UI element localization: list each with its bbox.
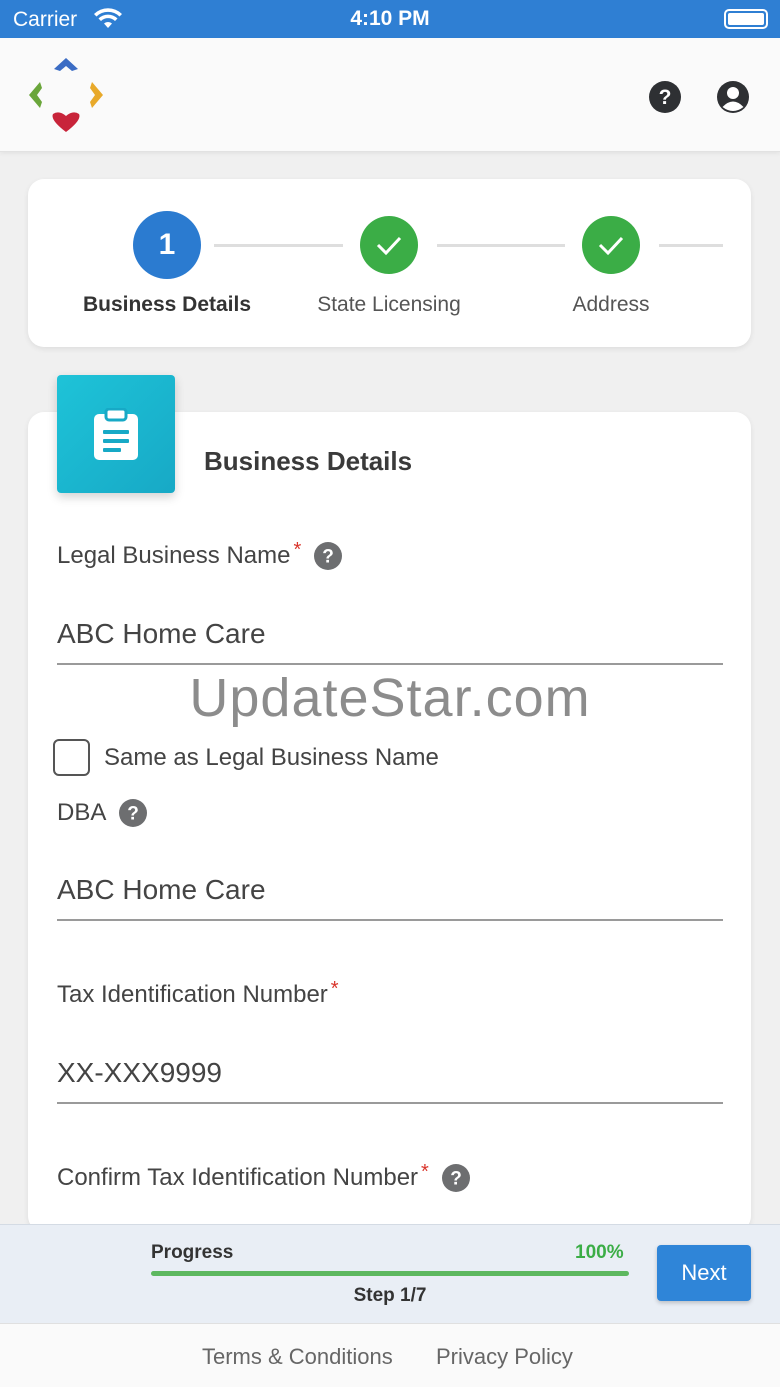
watermark: UpdateStar.com bbox=[189, 668, 591, 728]
progress-label: Progress bbox=[151, 1242, 234, 1263]
legal-name-input[interactable] bbox=[57, 605, 723, 665]
confirm-tax-id-label: Confirm Tax Identification Number * ? bbox=[57, 1160, 471, 1193]
progress-fill bbox=[151, 1271, 629, 1276]
status-bar: Carrier 4:10 PM bbox=[0, 0, 780, 38]
svg-text:?: ? bbox=[128, 804, 140, 825]
required-marker: * bbox=[330, 977, 339, 1000]
check-icon bbox=[598, 236, 624, 256]
same-as-legal-checkbox-row[interactable]: Same as Legal Business Name bbox=[53, 739, 439, 776]
clipboard-icon bbox=[94, 408, 138, 460]
app-logo[interactable] bbox=[26, 56, 106, 134]
step-connector bbox=[659, 244, 723, 247]
same-as-legal-label[interactable]: Same as Legal Business Name bbox=[104, 744, 439, 772]
terms-link[interactable]: Terms & Conditions bbox=[202, 1344, 393, 1370]
user-circle-icon bbox=[717, 81, 749, 113]
progress-bar-area: Progress 100% Step 1/7 Next bbox=[0, 1224, 780, 1323]
required-marker: * bbox=[421, 1160, 429, 1183]
step-counter: Step 1/7 bbox=[353, 1285, 427, 1306]
legal-name-help-icon[interactable]: ? bbox=[313, 541, 343, 571]
progress-percent: 100% bbox=[575, 1242, 624, 1263]
step-connector bbox=[214, 244, 343, 247]
card-icon-box bbox=[57, 375, 175, 493]
question-circle-icon: ? bbox=[649, 81, 681, 113]
svg-text:?: ? bbox=[322, 547, 334, 568]
confirm-tax-id-help-icon[interactable]: ? bbox=[441, 1163, 471, 1193]
footer: Terms & Conditions Privacy Policy bbox=[0, 1323, 780, 1387]
confirm-tax-id-label-text: Confirm Tax Identification Number bbox=[57, 1164, 419, 1191]
required-marker: * bbox=[293, 538, 302, 561]
profile-button[interactable] bbox=[716, 80, 750, 114]
dba-label: DBA ? bbox=[57, 798, 148, 828]
tax-id-label: Tax Identification Number * bbox=[57, 977, 339, 1009]
step-2-circle[interactable] bbox=[360, 216, 418, 274]
dba-help-icon[interactable]: ? bbox=[118, 798, 148, 828]
step-1-circle[interactable]: 1 bbox=[133, 211, 201, 279]
step-1-label[interactable]: Business Details bbox=[57, 293, 277, 317]
progress-track bbox=[151, 1271, 629, 1276]
check-icon bbox=[376, 236, 402, 256]
dba-input[interactable] bbox=[57, 861, 723, 921]
app-header: ? bbox=[0, 38, 780, 152]
step-3-label[interactable]: Address bbox=[501, 293, 721, 317]
svg-text:?: ? bbox=[659, 86, 672, 109]
tax-id-label-text: Tax Identification Number bbox=[57, 981, 328, 1008]
legal-name-label-text: Legal Business Name bbox=[57, 542, 291, 569]
step-connector bbox=[437, 244, 565, 247]
svg-text:?: ? bbox=[450, 1169, 462, 1190]
privacy-link[interactable]: Privacy Policy bbox=[436, 1344, 573, 1370]
dba-label-text: DBA bbox=[57, 799, 107, 826]
help-button[interactable]: ? bbox=[648, 80, 682, 114]
clock: 4:10 PM bbox=[350, 7, 430, 30]
card-title: Business Details bbox=[204, 446, 413, 476]
tax-id-input[interactable] bbox=[57, 1044, 723, 1104]
step-3-circle[interactable] bbox=[582, 216, 640, 274]
same-as-legal-checkbox[interactable] bbox=[53, 739, 90, 776]
battery-icon bbox=[724, 9, 768, 29]
step-2-label[interactable]: State Licensing bbox=[279, 293, 499, 317]
next-button[interactable]: Next bbox=[657, 1245, 751, 1301]
legal-name-label: Legal Business Name * ? bbox=[57, 538, 343, 571]
